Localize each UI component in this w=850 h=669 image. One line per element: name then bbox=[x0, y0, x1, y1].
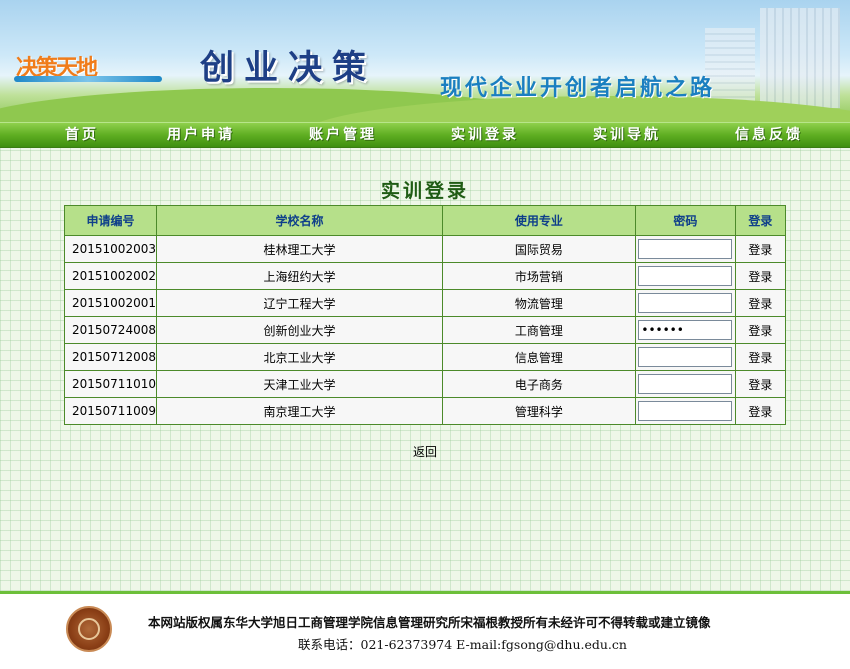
nav-item-feedback[interactable]: 信息反馈 bbox=[735, 126, 803, 144]
major-cell: 管理科学 bbox=[441, 397, 636, 425]
major-cell: 市场营销 bbox=[441, 262, 636, 290]
table-row: 20150712008 北京工业大学 信息管理 登录 bbox=[64, 343, 787, 371]
column-header-major: 使用专业 bbox=[441, 205, 636, 236]
application-id-cell: 20150712008 bbox=[64, 343, 157, 371]
table-row: 20150711009 南京理工大学 管理科学 登录 bbox=[64, 397, 787, 425]
major-cell: 物流管理 bbox=[441, 289, 636, 317]
school-name-cell: 上海纽约大学 bbox=[155, 262, 443, 290]
password-input[interactable] bbox=[638, 320, 733, 340]
password-cell bbox=[634, 235, 736, 263]
logo-wave-icon bbox=[14, 76, 162, 82]
password-input[interactable] bbox=[638, 347, 733, 367]
footer: 本网站版权属东华大学旭日工商管理学院信息管理研究所宋福根教授所有未经许可不得转载… bbox=[0, 594, 850, 669]
table-row: 20151002003 桂林理工大学 国际贸易 登录 bbox=[64, 235, 787, 263]
password-input[interactable] bbox=[638, 293, 733, 313]
school-name-cell: 桂林理工大学 bbox=[155, 235, 443, 263]
password-cell bbox=[634, 289, 736, 317]
login-button[interactable]: 登录 bbox=[748, 243, 772, 257]
application-id-cell: 20151002001 bbox=[64, 289, 157, 317]
nav-item-home[interactable]: 首页 bbox=[65, 126, 99, 144]
table-row: 20150724008 创新创业大学 工商管理 登录 bbox=[64, 316, 787, 344]
table-row: 20151002001 辽宁工程大学 物流管理 登录 bbox=[64, 289, 787, 317]
main-nav: 首页 用户申请 账户管理 实训登录 实训导航 信息反馈 bbox=[0, 122, 850, 148]
password-input[interactable] bbox=[638, 401, 733, 421]
table-row: 20150711010 天津工业大学 电子商务 登录 bbox=[64, 370, 787, 398]
application-id-cell: 20151002003 bbox=[64, 235, 157, 263]
major-cell: 工商管理 bbox=[441, 316, 636, 344]
table-row: 20151002002 上海纽约大学 市场营销 登录 bbox=[64, 262, 787, 290]
login-cell: 登录 bbox=[734, 397, 787, 425]
site-title: 创业决策 bbox=[200, 48, 376, 88]
password-cell bbox=[634, 316, 736, 344]
login-button[interactable]: 登录 bbox=[748, 270, 772, 284]
university-emblem-icon bbox=[66, 606, 112, 652]
building-graphic bbox=[760, 8, 840, 108]
school-name-cell: 南京理工大学 bbox=[155, 397, 443, 425]
application-id-cell: 20150711009 bbox=[64, 397, 157, 425]
login-cell: 登录 bbox=[734, 370, 787, 398]
major-cell: 电子商务 bbox=[441, 370, 636, 398]
login-cell: 登录 bbox=[734, 262, 787, 290]
password-cell bbox=[634, 262, 736, 290]
site-slogan: 现代企业开创者启航之路 bbox=[440, 76, 716, 101]
major-cell: 国际贸易 bbox=[441, 235, 636, 263]
login-button[interactable]: 登录 bbox=[748, 324, 772, 338]
header-banner: 决策天地 创业决策 现代企业开创者启航之路 bbox=[0, 0, 850, 122]
column-header-login: 登录 bbox=[734, 205, 787, 236]
footer-copyright: 本网站版权属东华大学旭日工商管理学院信息管理研究所宋福根教授所有未经许可不得转载… bbox=[148, 615, 711, 630]
nav-item-account-management[interactable]: 账户管理 bbox=[309, 126, 377, 144]
login-cell: 登录 bbox=[734, 343, 787, 371]
column-header-school-name: 学校名称 bbox=[155, 205, 443, 236]
school-name-cell: 辽宁工程大学 bbox=[155, 289, 443, 317]
school-name-cell: 北京工业大学 bbox=[155, 343, 443, 371]
login-button[interactable]: 登录 bbox=[748, 405, 772, 419]
application-id-cell: 20151002002 bbox=[64, 262, 157, 290]
back-link[interactable]: 返回 bbox=[0, 443, 850, 460]
password-input[interactable] bbox=[638, 239, 733, 259]
nav-item-training-navigation[interactable]: 实训导航 bbox=[593, 126, 661, 144]
nav-item-training-login[interactable]: 实训登录 bbox=[451, 126, 519, 144]
column-header-application-id: 申请编号 bbox=[64, 205, 157, 236]
login-cell: 登录 bbox=[734, 316, 787, 344]
login-cell: 登录 bbox=[734, 289, 787, 317]
footer-contact: 联系电话：021-62373974 E-mail:fgsong@dhu.edu.… bbox=[298, 637, 627, 652]
login-cell: 登录 bbox=[734, 235, 787, 263]
nav-item-user-application[interactable]: 用户申请 bbox=[167, 126, 235, 144]
password-cell bbox=[634, 370, 736, 398]
login-button[interactable]: 登录 bbox=[748, 378, 772, 392]
password-cell bbox=[634, 397, 736, 425]
password-cell bbox=[634, 343, 736, 371]
column-header-password: 密码 bbox=[634, 205, 736, 236]
application-id-cell: 20150724008 bbox=[64, 316, 157, 344]
login-button[interactable]: 登录 bbox=[748, 297, 772, 311]
application-id-cell: 20150711010 bbox=[64, 370, 157, 398]
site-logo[interactable]: 决策天地 bbox=[14, 36, 164, 86]
password-input[interactable] bbox=[638, 266, 733, 286]
major-cell: 信息管理 bbox=[441, 343, 636, 371]
school-name-cell: 创新创业大学 bbox=[155, 316, 443, 344]
password-input[interactable] bbox=[638, 374, 733, 394]
school-name-cell: 天津工业大学 bbox=[155, 370, 443, 398]
table-header-row: 申请编号 学校名称 使用专业 密码 登录 bbox=[64, 205, 787, 236]
training-login-table: 申请编号 学校名称 使用专业 密码 登录 20151002003 桂林理工大学 … bbox=[64, 205, 787, 425]
page-title: 实训登录 bbox=[380, 180, 469, 202]
login-button[interactable]: 登录 bbox=[748, 351, 772, 365]
